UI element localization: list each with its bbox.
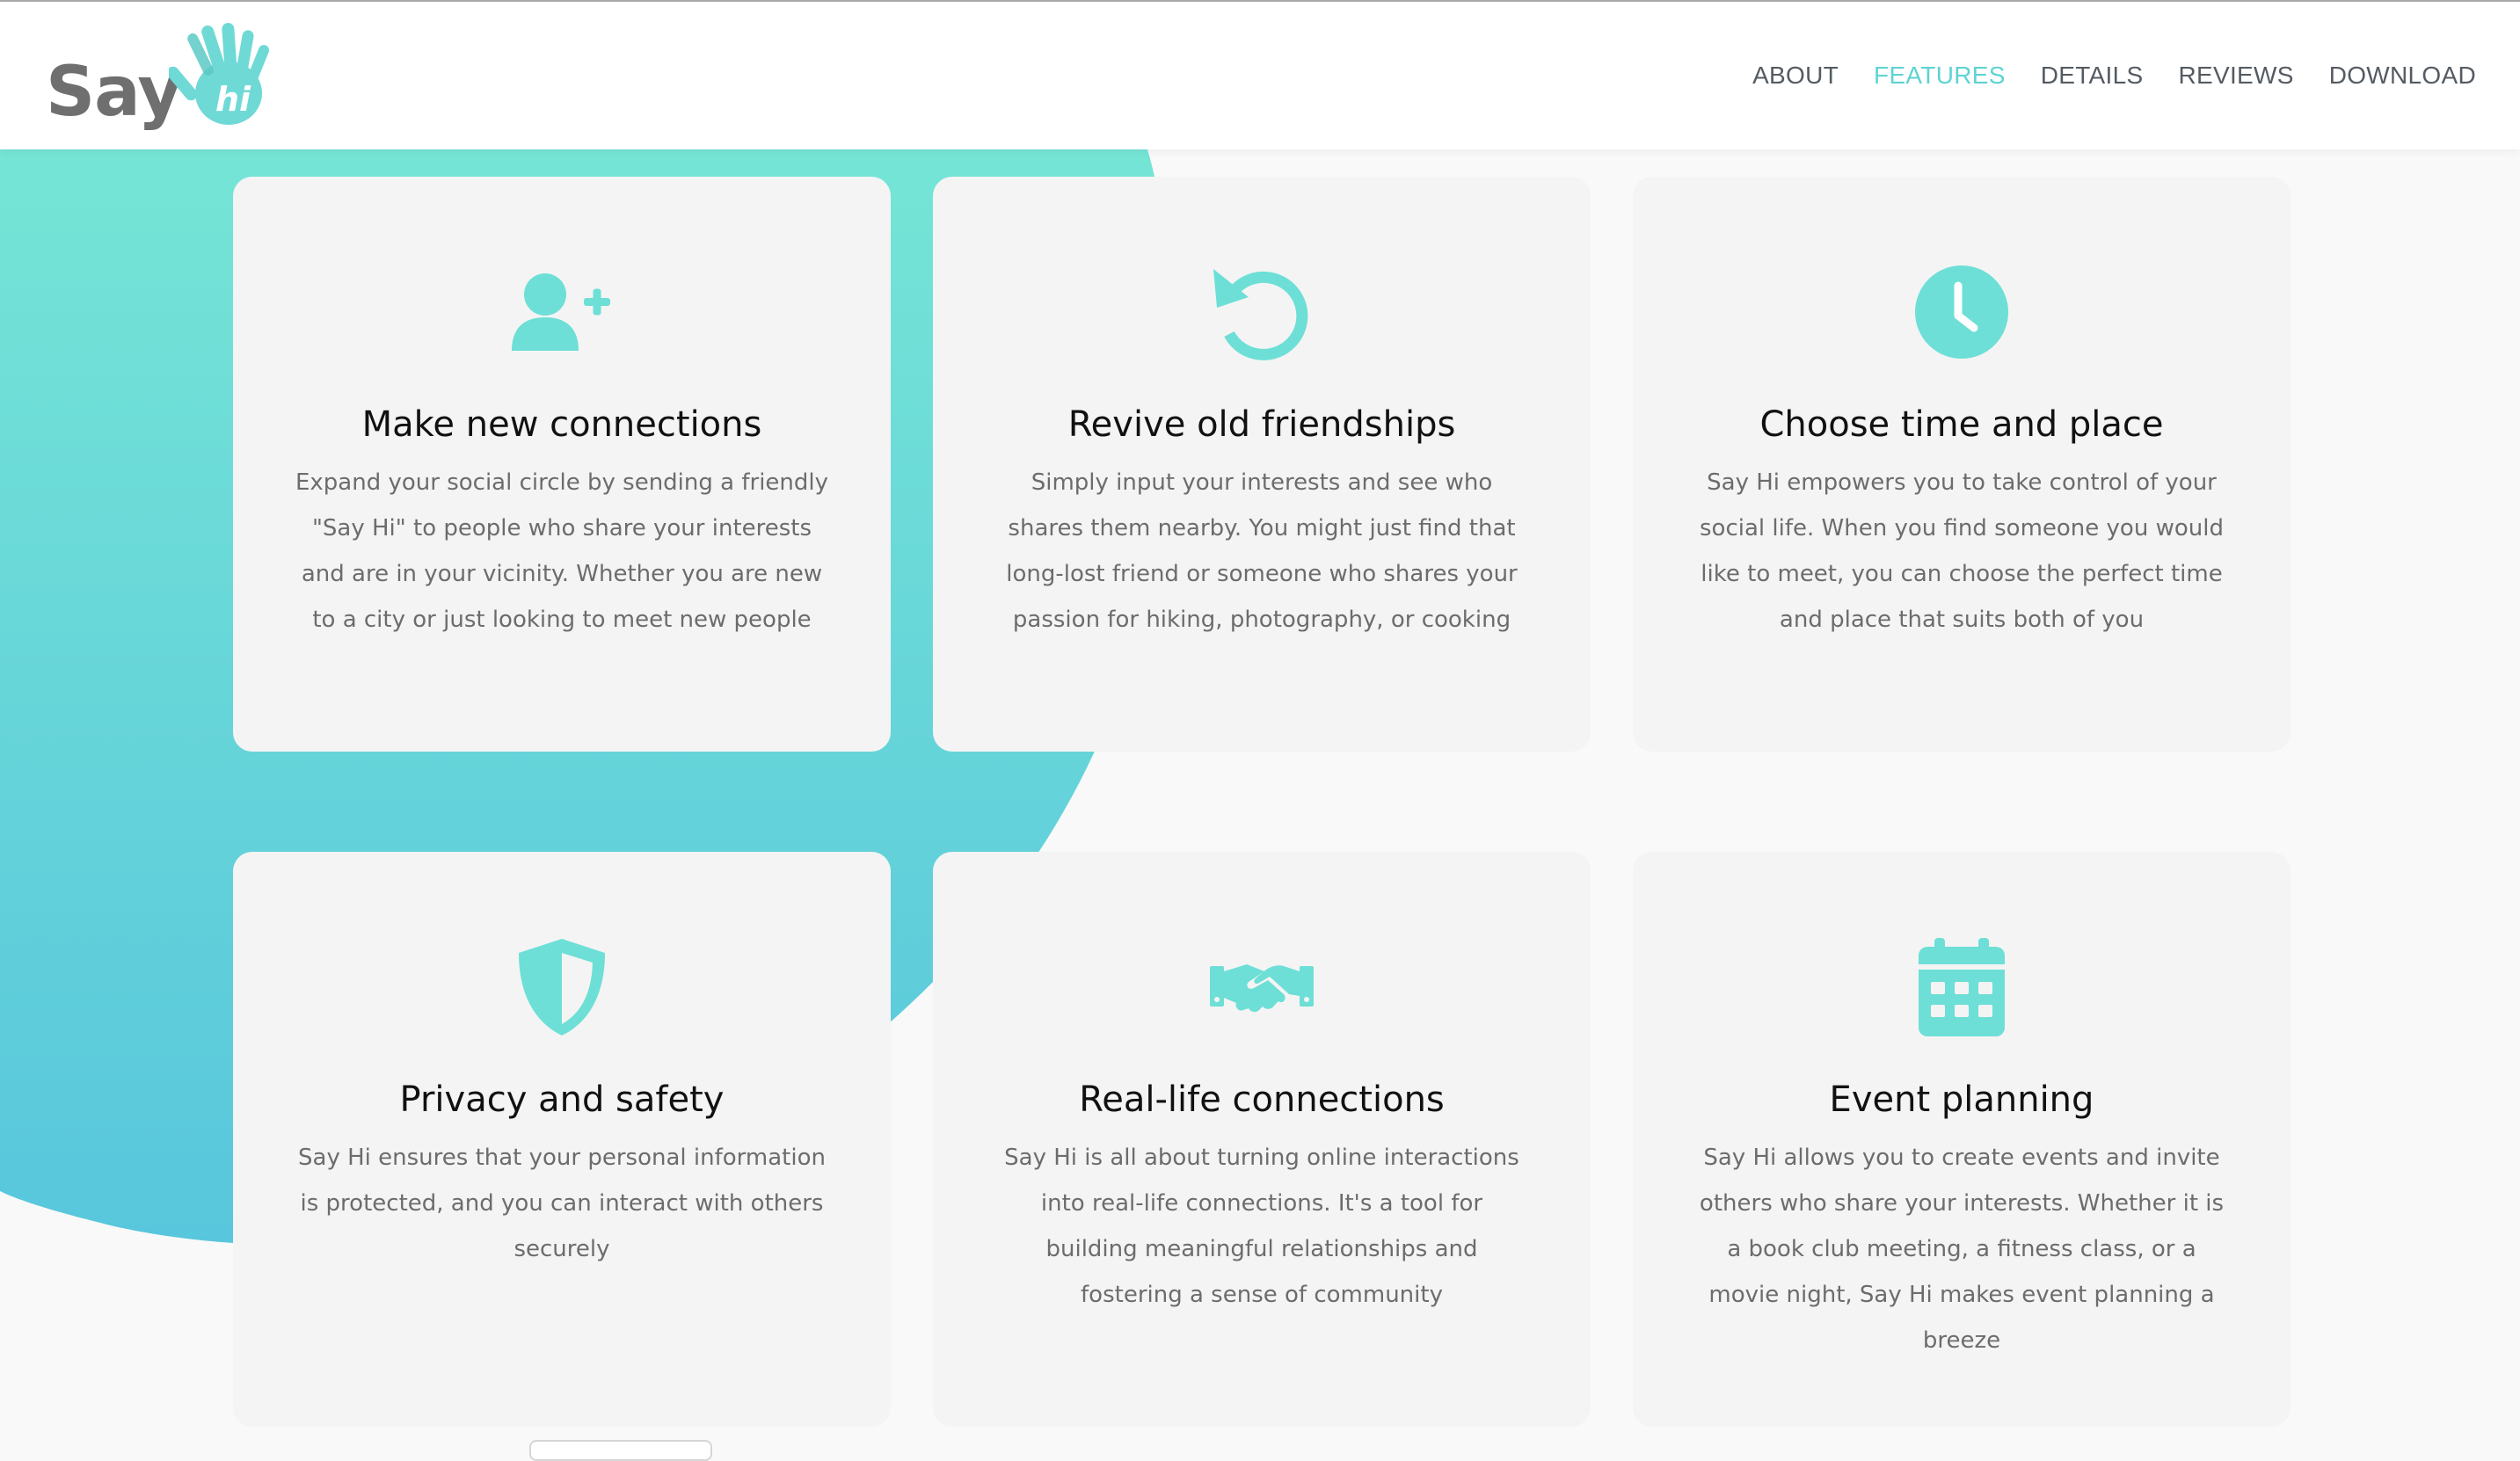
- feature-title: Choose time and place: [1759, 404, 2164, 445]
- feature-title: Event planning: [1829, 1079, 2094, 1120]
- feature-card-privacy: Privacy and safety Say Hi ensures that y…: [233, 852, 891, 1427]
- feature-title: Real-life connections: [1079, 1079, 1445, 1120]
- feature-title: Make new connections: [361, 404, 762, 445]
- main-nav: ABOUT FEATURES DETAILS REVIEWS DOWNLOAD: [1752, 2, 2476, 149]
- feature-card-friendships: Revive old friendships Simply input your…: [933, 177, 1591, 752]
- scroll-tab[interactable]: [529, 1440, 712, 1461]
- nav-download[interactable]: DOWNLOAD: [2329, 62, 2476, 90]
- top-border: [0, 0, 2520, 2]
- logo-hi-text: hi: [215, 80, 251, 119]
- feature-card-real-life: Real-life connections Say Hi is all abou…: [933, 852, 1591, 1427]
- feature-description: Say Hi allows you to create events and i…: [1699, 1145, 2225, 1354]
- nav-about[interactable]: ABOUT: [1752, 62, 1839, 90]
- nav-details[interactable]: DETAILS: [2041, 62, 2144, 90]
- feature-description: Simply input your interests and see who …: [1006, 469, 1518, 633]
- rotate-left-icon: [933, 259, 1591, 365]
- feature-description: Say Hi empowers you to take control of y…: [1700, 469, 2224, 633]
- feature-card-connections: Make new connections Expand your social …: [233, 177, 891, 752]
- shield-icon: [233, 934, 891, 1040]
- user-plus-icon: [233, 259, 891, 365]
- feature-card-time-place: Choose time and place Say Hi empowers yo…: [1633, 177, 2291, 752]
- nav-features[interactable]: FEATURES: [1874, 62, 2006, 90]
- site-header: Say hi ABOUT FEATURES DETAILS REVIEWS DO…: [0, 2, 2520, 149]
- clock-icon: [1633, 259, 2291, 365]
- feature-title: Revive old friendships: [1067, 404, 1456, 445]
- nav-reviews[interactable]: REVIEWS: [2178, 62, 2293, 90]
- feature-description: Say Hi ensures that your personal inform…: [298, 1145, 826, 1262]
- feature-title: Privacy and safety: [399, 1079, 725, 1120]
- logo-text: Say: [46, 53, 182, 132]
- feature-description: Say Hi is all about turning online inter…: [1004, 1145, 1519, 1308]
- logo[interactable]: Say hi: [46, 21, 274, 135]
- feature-card-events: Event planning Say Hi allows you to crea…: [1633, 852, 2291, 1427]
- handshake-icon: [933, 934, 1591, 1040]
- calendar-icon: [1633, 934, 2291, 1040]
- feature-description: Expand your social circle by sending a f…: [295, 469, 829, 633]
